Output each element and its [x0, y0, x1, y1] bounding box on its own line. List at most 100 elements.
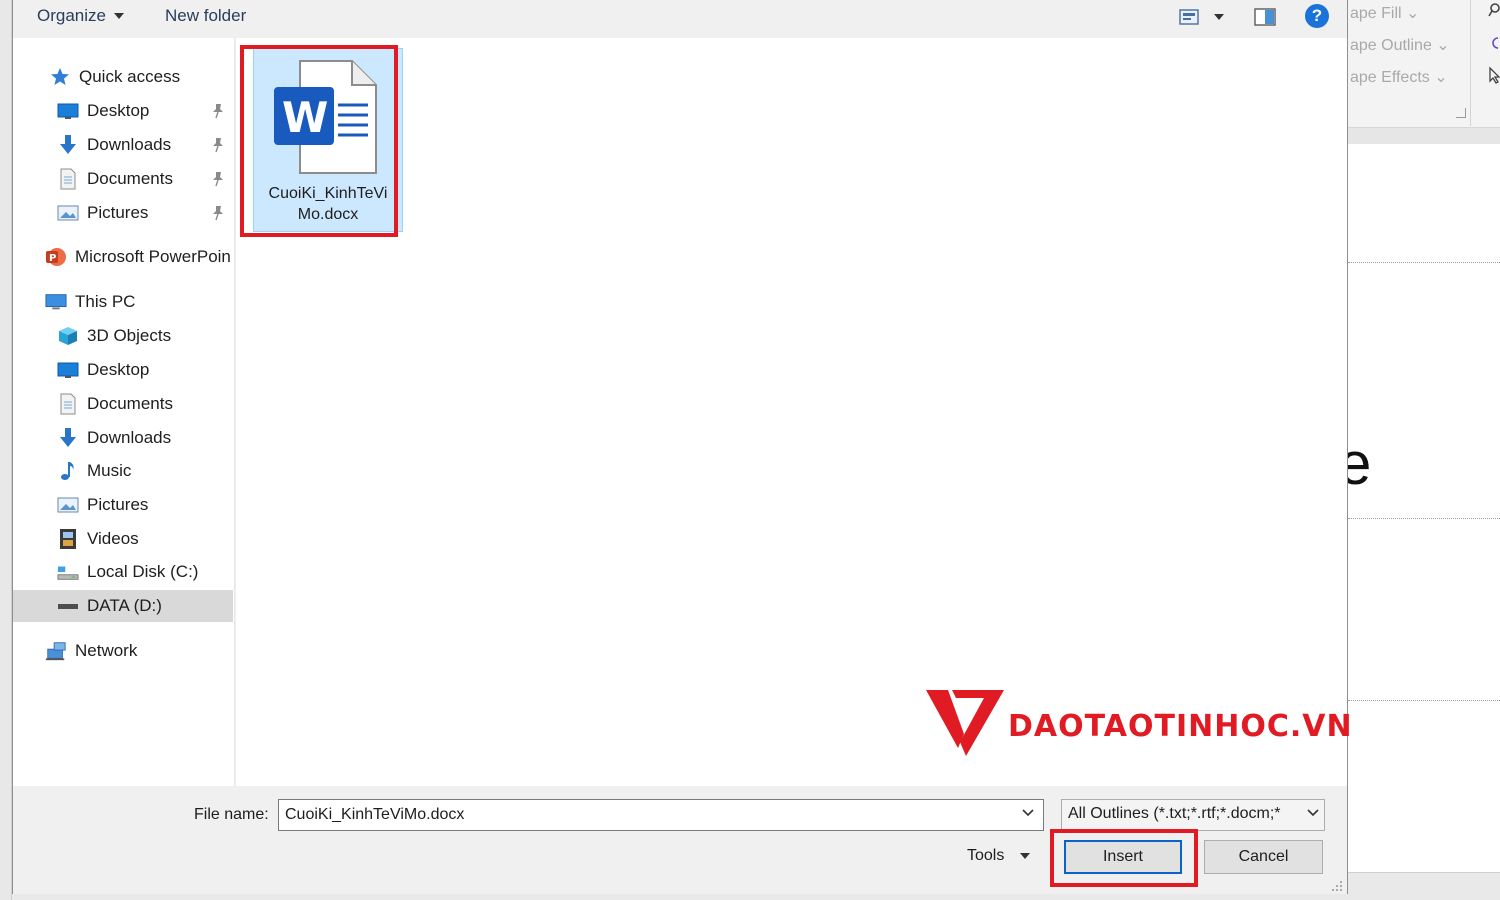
sidebar-item-desktop-quick[interactable]: Desktop: [13, 95, 233, 127]
tools-menu-button[interactable]: Tools: [967, 847, 1031, 865]
ribbon-shape-fill[interactable]: ape Fill ⌄: [1350, 3, 1419, 23]
sidebar-item-label: Microsoft PowerPoin: [75, 247, 231, 266]
chevron-down-icon[interactable]: [1306, 808, 1320, 818]
sidebar-item-pictures[interactable]: Pictures: [13, 489, 233, 521]
background-gap: [1348, 128, 1500, 144]
document-icon: [57, 168, 79, 190]
sidebar-item-powerpoint[interactable]: P Microsoft PowerPoin: [13, 241, 233, 273]
insert-outline-dialog: Organize New folder ? Quick access Deskt…: [12, 0, 1352, 894]
background-ribbon: ape Fill ⌄ ape Outline ⌄ ape Effects ⌄: [1348, 0, 1500, 128]
sidebar-item-label: Desktop: [87, 101, 150, 120]
pin-icon[interactable]: [211, 103, 225, 119]
sidebar-item-label: Downloads: [87, 135, 172, 154]
slide-placeholder-border: [1348, 700, 1500, 701]
pictures-icon: [57, 202, 79, 224]
tools-label: Tools: [967, 847, 1005, 864]
file-name-label-text: File name:: [194, 806, 269, 823]
file-name-input[interactable]: [278, 799, 1044, 831]
svg-text:P: P: [49, 253, 56, 264]
pin-icon[interactable]: [211, 171, 225, 187]
watermark-logo: DAOTAOTINHOC.VN: [926, 686, 1353, 758]
resize-grip-icon[interactable]: [1331, 880, 1343, 892]
search-icon[interactable]: [1488, 2, 1500, 20]
sidebar-item-label: Pictures: [87, 495, 149, 514]
slide-placeholder-border: [1348, 262, 1500, 263]
sidebar-item-label: Pictures: [87, 203, 149, 222]
watermark-v-logo-icon: [926, 690, 1004, 756]
film-icon: [57, 528, 79, 550]
sidebar-item-label: Documents: [87, 169, 173, 188]
organize-button[interactable]: Organize: [37, 6, 124, 26]
system-drive-icon: [57, 561, 79, 583]
sidebar-item-label: 3D Objects: [87, 326, 172, 345]
file-type-filter-value: All Outlines (*.txt;*.rtf;*.docm;*: [1068, 805, 1281, 822]
pin-icon[interactable]: [211, 137, 225, 153]
view-options-icon[interactable]: [1179, 9, 1199, 25]
desktop-icon: [57, 359, 79, 381]
sidebar-item-documents-quick[interactable]: Documents: [13, 163, 233, 195]
organize-label: Organize: [37, 6, 106, 25]
ribbon-shape-outline[interactable]: ape Outline ⌄: [1350, 35, 1450, 55]
replace-icon[interactable]: [1488, 34, 1500, 52]
chevron-down-icon[interactable]: [1021, 808, 1035, 818]
file-type-filter-select[interactable]: All Outlines (*.txt;*.rtf;*.docm;*: [1061, 799, 1325, 831]
sidebar-item-3d-objects[interactable]: 3D Objects: [13, 320, 233, 352]
highlight-box-file: [240, 45, 398, 237]
sidebar-item-label: Network: [75, 641, 138, 660]
sidebar-item-label: DATA (D:): [87, 596, 162, 615]
slide-placeholder-border: [1348, 518, 1500, 519]
background-slide: e: [1338, 144, 1500, 872]
music-note-icon: [57, 460, 79, 482]
ribbon-shape-effects[interactable]: ape Effects ⌄: [1350, 67, 1448, 87]
background-window-edge: [0, 0, 12, 900]
sidebar-item-label: Quick access: [79, 67, 181, 86]
pin-icon[interactable]: [211, 205, 225, 221]
cube-icon: [57, 325, 79, 347]
select-cursor-icon[interactable]: [1488, 66, 1500, 84]
help-icon[interactable]: ?: [1305, 4, 1329, 28]
sidebar-item-this-pc[interactable]: This PC: [13, 286, 233, 318]
sidebar-item-data-d[interactable]: DATA (D:): [13, 590, 233, 622]
pictures-icon: [57, 494, 79, 516]
sidebar-item-videos[interactable]: Videos: [13, 523, 233, 555]
watermark-text: DAOTAOTINHOC.VN: [1008, 709, 1353, 744]
sidebar-item-local-disk-c[interactable]: Local Disk (C:): [13, 556, 233, 588]
sidebar-item-documents[interactable]: Documents: [13, 388, 233, 420]
preview-pane-icon[interactable]: [1254, 8, 1276, 26]
navigation-pane: Quick access Desktop Downloads Documents: [13, 38, 235, 786]
sidebar-item-label: Desktop: [87, 360, 150, 379]
dialog-toolbar: Organize New folder ?: [13, 0, 1347, 38]
cancel-button[interactable]: Cancel: [1204, 840, 1323, 874]
sidebar-item-label: Videos: [87, 529, 139, 548]
sidebar-item-music[interactable]: Music: [13, 455, 233, 487]
document-icon: [57, 393, 79, 415]
sidebar-item-downloads[interactable]: Downloads: [13, 422, 233, 454]
sidebar-item-label: This PC: [75, 292, 136, 311]
sidebar-item-label: Documents: [87, 394, 173, 413]
network-icon: [45, 640, 67, 662]
ribbon-divider: [1470, 0, 1471, 126]
download-arrow-icon: [57, 134, 79, 156]
sidebar-item-downloads-quick[interactable]: Downloads: [13, 129, 233, 161]
highlight-box-insert: [1050, 829, 1198, 887]
sidebar-item-label: Music: [87, 461, 132, 480]
view-dropdown-chevron-icon[interactable]: [1214, 14, 1224, 20]
download-arrow-icon: [57, 427, 79, 449]
chevron-down-icon: [113, 13, 124, 19]
desktop-icon: [57, 100, 79, 122]
sidebar-item-label: Local Disk (C:): [87, 562, 199, 581]
file-list-pane: W CuoiKi_KinhTeViMo.docx DAOTAOTINHOC.VN: [236, 38, 1352, 786]
star-icon: [49, 66, 71, 88]
sidebar-item-quick-access[interactable]: Quick access: [13, 61, 233, 93]
new-folder-button[interactable]: New folder: [165, 6, 246, 26]
sidebar-item-label: Downloads: [87, 428, 172, 447]
dialog-launcher-icon[interactable]: [1456, 108, 1466, 118]
background-status-bar: [1348, 872, 1500, 900]
new-folder-label: New folder: [165, 6, 247, 25]
sidebar-item-desktop[interactable]: Desktop: [13, 354, 233, 386]
computer-icon: [45, 291, 67, 313]
sidebar-item-network[interactable]: Network: [13, 635, 233, 667]
powerpoint-icon: P: [45, 246, 67, 268]
sidebar-item-pictures-quick[interactable]: Pictures: [13, 197, 233, 229]
chevron-down-icon: [1020, 853, 1031, 859]
